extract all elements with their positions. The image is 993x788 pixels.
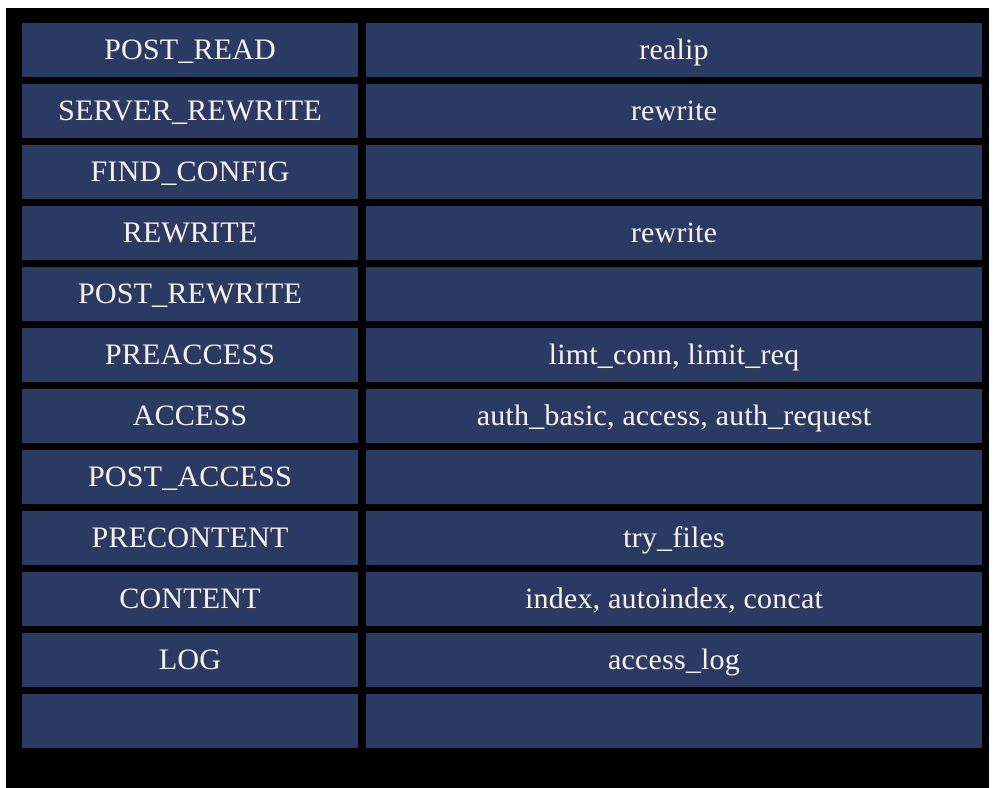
phase-name-cell: ACCESS bbox=[22, 389, 358, 443]
phase-name-cell: FIND_CONFIG bbox=[22, 145, 358, 199]
phase-name-cell: CONTENT bbox=[22, 572, 358, 626]
table-row: PRECONTENT try_files bbox=[22, 511, 982, 565]
module-list-cell bbox=[366, 450, 982, 504]
phase-name-cell bbox=[22, 694, 358, 748]
table-row: FIND_CONFIG bbox=[22, 145, 982, 199]
module-list-cell bbox=[366, 267, 982, 321]
module-list-cell: try_files bbox=[366, 511, 982, 565]
table-row: REWRITE rewrite bbox=[22, 206, 982, 260]
module-list-cell: access_log bbox=[366, 633, 982, 687]
phase-name-cell: POST_ACCESS bbox=[22, 450, 358, 504]
table-row: SERVER_REWRITE rewrite bbox=[22, 84, 982, 138]
module-list-cell: index, autoindex, concat bbox=[366, 572, 982, 626]
table-row: CONTENT index, autoindex, concat bbox=[22, 572, 982, 626]
module-list-cell bbox=[366, 694, 982, 748]
phase-name-cell: PREACCESS bbox=[22, 328, 358, 382]
module-list-cell: rewrite bbox=[366, 206, 982, 260]
module-list-cell: limt_conn, limit_req bbox=[366, 328, 982, 382]
table-row: PREACCESS limt_conn, limit_req bbox=[22, 328, 982, 382]
table-row: POST_ACCESS bbox=[22, 450, 982, 504]
phase-name-cell: REWRITE bbox=[22, 206, 358, 260]
phase-name-cell: LOG bbox=[22, 633, 358, 687]
module-list-cell: rewrite bbox=[366, 84, 982, 138]
module-list-cell: realip bbox=[366, 23, 982, 77]
table-row: POST_REWRITE bbox=[22, 267, 982, 321]
table-row-partial bbox=[22, 694, 982, 748]
table-row: ACCESS auth_basic, access, auth_request bbox=[22, 389, 982, 443]
table-frame: POST_READ realip SERVER_REWRITE rewrite … bbox=[6, 8, 989, 788]
phase-module-table: POST_READ realip SERVER_REWRITE rewrite … bbox=[15, 17, 989, 755]
module-list-cell bbox=[366, 145, 982, 199]
phase-name-cell: SERVER_REWRITE bbox=[22, 84, 358, 138]
phase-name-cell: PRECONTENT bbox=[22, 511, 358, 565]
phase-name-cell: POST_REWRITE bbox=[22, 267, 358, 321]
table-row: LOG access_log bbox=[22, 633, 982, 687]
phase-name-cell: POST_READ bbox=[22, 23, 358, 77]
module-list-cell: auth_basic, access, auth_request bbox=[366, 389, 982, 443]
table-row: POST_READ realip bbox=[22, 23, 982, 77]
